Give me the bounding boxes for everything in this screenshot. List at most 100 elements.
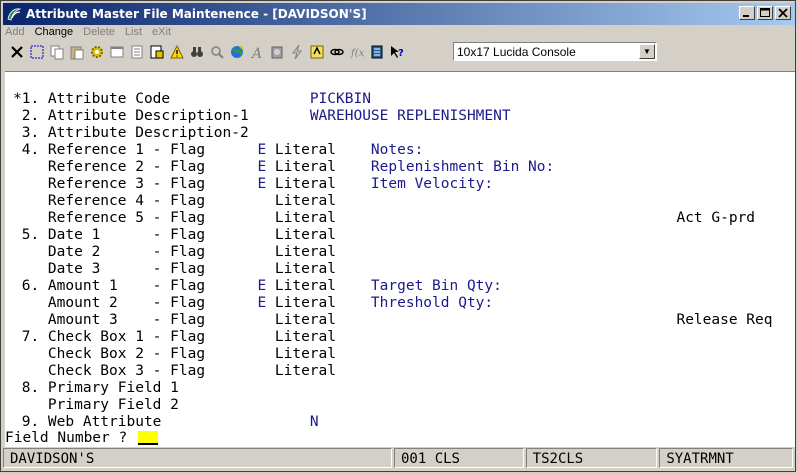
status-terminal: 001 CLS (393, 448, 524, 468)
warning-button[interactable] (167, 43, 186, 62)
literal-label: Literal (274, 329, 336, 345)
flag-value: E (257, 176, 267, 192)
globe-button[interactable] (227, 43, 246, 62)
svg-text:A: A (250, 46, 262, 60)
literal-value: Threshold Qty: (370, 295, 494, 311)
paste-icon (70, 46, 83, 60)
menu-exit[interactable]: eXit (152, 26, 171, 41)
status-program: SYATRMNT (659, 448, 793, 468)
screen-line: Check Box 3 - Flag (13, 363, 205, 380)
field-value: WAREHOUSE REPLENISHMENT (309, 108, 511, 124)
menu-bar: Add Change Delete List eXit (5, 26, 181, 41)
literal-value: Item Velocity: (370, 176, 494, 192)
field-label: 7. Check Box 1 - Flag (13, 329, 206, 345)
menu-list[interactable]: List (125, 26, 142, 41)
menu-change[interactable]: Change (35, 26, 74, 41)
screen-line: Amount 2 - Flag (13, 295, 205, 312)
lightning-button[interactable] (287, 43, 306, 62)
font-selector[interactable]: 10x17 Lucida Console ▼ (453, 42, 657, 61)
link-button[interactable] (327, 43, 346, 62)
screen-line: 3. Attribute Description-2 (13, 125, 249, 142)
field-value: N (309, 414, 319, 430)
gear-button[interactable] (87, 43, 106, 62)
font-a-button[interactable]: A (247, 43, 266, 62)
notes-button[interactable] (367, 43, 386, 62)
field-label: 8. Primary Field 1 (13, 380, 179, 396)
minimize-icon (743, 15, 749, 17)
magnifier-button[interactable] (207, 43, 226, 62)
notes-icon (371, 45, 382, 59)
screen-line: Reference 3 - Flag (13, 176, 205, 193)
field-label: Reference 3 - Flag (13, 176, 206, 192)
field-label: Reference 4 - Flag (13, 193, 206, 209)
print-preview-button[interactable] (147, 43, 166, 62)
literal-label: Literal (274, 244, 336, 260)
field-label: 6. Amount 1 - Flag (13, 278, 206, 294)
binoculars-button[interactable] (187, 43, 206, 62)
literal-label: Literal (274, 363, 336, 379)
literal-label: Literal (274, 159, 336, 175)
close-x-icon (10, 46, 23, 58)
menu-delete[interactable]: Delete (83, 26, 115, 41)
screen-line: 7. Check Box 1 - Flag (13, 329, 205, 346)
app-icon (7, 8, 22, 21)
select-button[interactable] (27, 43, 46, 62)
chevron-down-icon[interactable]: ▼ (639, 44, 655, 59)
print-preview-icon (150, 45, 163, 59)
screen-line: Amount 3 - Flag (13, 312, 205, 329)
screen-line: 2. Attribute Description-1 (13, 108, 249, 125)
title-bar[interactable]: Attribute Master File Maintenence - [DAV… (3, 3, 795, 25)
maximize-icon (760, 8, 770, 17)
literal-label: Literal (274, 312, 336, 328)
maximize-button[interactable] (757, 6, 773, 20)
window-icon (110, 46, 123, 58)
literal-value-far: Release Req (676, 312, 773, 328)
svg-text:f(x): f(x) (350, 48, 365, 59)
font-a-icon: A (250, 46, 262, 60)
screen-line: Date 3 - Flag (13, 261, 205, 278)
screen-line: Reference 5 - Flag (13, 210, 205, 227)
field-label: 3. Attribute Description-2 (13, 125, 249, 141)
help-pointer-icon: ? (390, 46, 404, 59)
warning-icon (169, 44, 184, 59)
screen-line: 8. Primary Field 1 (13, 380, 179, 397)
screen-line: 4. Reference 1 - Flag (13, 142, 205, 159)
list-button[interactable] (127, 43, 146, 62)
screen-line: 9. Web Attribute (13, 414, 162, 430)
close-button[interactable] (775, 6, 791, 20)
svg-text:?: ? (398, 48, 404, 59)
close-x-button[interactable] (7, 43, 26, 62)
application-window: Attribute Master File Maintenence - [DAV… (0, 0, 796, 472)
literal-value: Notes: (370, 142, 424, 158)
calc-button[interactable] (307, 43, 326, 62)
field-value: PICKBIN (309, 91, 371, 107)
function-button[interactable]: f(x) (347, 43, 366, 62)
literal-label: Literal (274, 346, 336, 362)
screen-line: Reference 2 - Flag (13, 159, 205, 176)
lightning-icon (291, 44, 302, 60)
field-label: *1. Attribute Code (13, 91, 171, 107)
literal-label: Literal (274, 210, 336, 226)
field-label: 9. Web Attribute (13, 414, 162, 430)
copy-button[interactable] (47, 43, 66, 62)
screen-line: Date 2 - Flag (13, 244, 205, 261)
paste-button[interactable] (67, 43, 86, 62)
status-company: DAVIDSON'S (3, 448, 392, 468)
literal-label: Literal (274, 142, 336, 158)
literal-value: Target Bin Qty: (370, 278, 502, 294)
literal-value: Replenishment Bin No: (370, 159, 555, 175)
field-number-input[interactable] (137, 431, 158, 445)
magnifier-icon (210, 46, 224, 59)
window-button[interactable] (107, 43, 126, 62)
toolbar: A f(x) ? (7, 41, 407, 63)
screen-line: Primary Field 2 (13, 397, 179, 414)
help-pointer-button[interactable]: ? (387, 43, 406, 62)
screen-line: Check Box 2 - Flag (13, 346, 205, 363)
minimize-button[interactable] (739, 6, 755, 20)
terminal-screen: *1. Attribute Code PICKBIN 2. Attribute D… (5, 71, 795, 430)
menu-add[interactable]: Add (5, 26, 25, 41)
window-title: Attribute Master File Maintenence - [DAV… (26, 7, 367, 21)
phone-button[interactable] (267, 43, 286, 62)
field-label: Check Box 3 - Flag (13, 363, 206, 379)
select-icon (30, 45, 43, 59)
